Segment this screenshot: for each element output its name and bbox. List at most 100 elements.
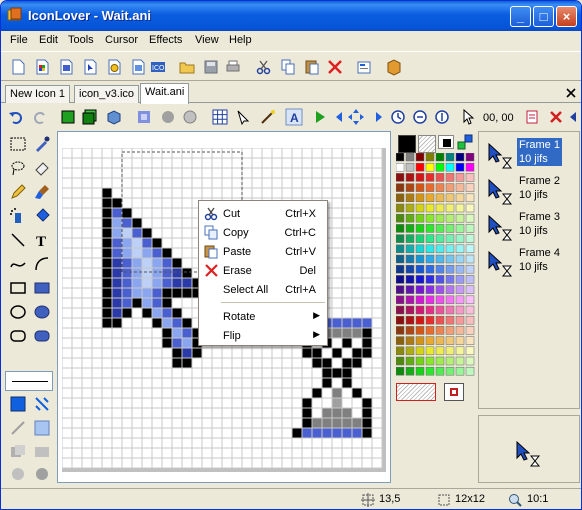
frame-item-1[interactable]: Frame 1 10 jifs (481, 136, 579, 170)
palette-swatch[interactable] (425, 244, 435, 254)
palette-swatch[interactable] (405, 162, 415, 172)
palette-swatch[interactable] (465, 326, 475, 335)
palette-swatch[interactable] (435, 254, 445, 264)
palette-swatch[interactable] (425, 203, 435, 213)
tab-wait-ani[interactable]: Wait.ani (140, 83, 190, 104)
invert-color-swatch[interactable] (444, 383, 464, 401)
palette-swatch[interactable] (465, 275, 475, 284)
palette-swatch[interactable] (445, 346, 455, 356)
tab-new-icon-1[interactable]: New Icon 1 (5, 85, 71, 103)
delete-icon[interactable] (326, 58, 344, 76)
palette-swatch[interactable] (415, 356, 425, 366)
menu-cursor[interactable]: Cursor (105, 34, 138, 46)
palette-swatch[interactable] (455, 285, 465, 294)
palette-swatch[interactable] (396, 183, 405, 192)
palette-swatch[interactable] (405, 346, 415, 356)
palette-swatch[interactable] (405, 193, 415, 203)
palette-swatch[interactable] (405, 183, 415, 192)
palette-swatch[interactable] (405, 224, 415, 233)
palette-swatch[interactable] (435, 305, 445, 315)
palette-swatch[interactable] (405, 326, 415, 335)
palette-swatch[interactable] (435, 153, 445, 162)
palette-swatch[interactable] (445, 173, 455, 182)
menu-tools[interactable]: Tools (68, 34, 94, 46)
hotspot-icon[interactable] (235, 108, 253, 126)
palette-swatch[interactable] (455, 336, 465, 345)
palette-swatch[interactable] (396, 203, 405, 213)
palette-swatch[interactable] (415, 162, 425, 172)
close-tab-icon[interactable] (565, 87, 577, 99)
palette-swatch[interactable] (396, 336, 405, 345)
menu-effects[interactable]: Effects (149, 34, 182, 46)
context-item-copy[interactable]: Copy Ctrl+C (200, 223, 326, 242)
line-style-icon[interactable] (9, 419, 27, 437)
palette-swatch[interactable] (455, 346, 465, 356)
palette-swatch[interactable] (396, 254, 405, 264)
opaque-mode-icon[interactable] (9, 395, 27, 413)
palette-swatch[interactable] (435, 162, 445, 172)
clone-icon[interactable] (9, 443, 27, 461)
palette-swatch[interactable] (405, 336, 415, 345)
palette-swatch[interactable] (396, 244, 405, 254)
lasso-icon[interactable] (9, 159, 27, 177)
palette-swatch[interactable] (435, 213, 445, 223)
blur-icon[interactable] (135, 108, 153, 126)
palette-swatch[interactable] (396, 264, 405, 274)
context-item-select-all[interactable]: Select All Ctrl+A (200, 280, 326, 299)
palette-swatch[interactable] (455, 234, 465, 243)
rounded-rect-icon[interactable] (9, 327, 27, 345)
properties-icon[interactable] (355, 58, 373, 76)
palette-swatch[interactable] (405, 315, 415, 325)
shadow-icon[interactable] (159, 108, 177, 126)
palette-swatch[interactable] (455, 275, 465, 284)
grid-icon[interactable] (211, 108, 229, 126)
rect-select-icon[interactable] (9, 135, 27, 153)
palette-swatch[interactable] (455, 183, 465, 192)
eyedropper-icon[interactable] (33, 135, 51, 153)
maximize-button[interactable]: □ (533, 6, 554, 27)
new-animated-cursor-icon[interactable] (105, 58, 123, 76)
new-image-icon[interactable] (129, 58, 147, 76)
palette-swatch[interactable] (415, 315, 425, 325)
palette-swatch[interactable] (465, 366, 475, 376)
palette-swatch[interactable] (445, 183, 455, 192)
palette-swatch[interactable] (415, 366, 425, 376)
palette-swatch[interactable] (435, 336, 445, 345)
palette-swatch[interactable] (425, 356, 435, 366)
print-icon[interactable] (224, 58, 242, 76)
palette-swatch[interactable] (405, 153, 415, 162)
menu-view[interactable]: View (195, 34, 219, 46)
palette-swatch[interactable] (465, 285, 475, 294)
palette-swatch[interactable] (465, 346, 475, 356)
palette-swatch[interactable] (465, 244, 475, 254)
palette-swatch[interactable] (415, 254, 425, 264)
palette-swatch[interactable] (425, 193, 435, 203)
palette-swatch[interactable] (415, 213, 425, 223)
layer-back-icon[interactable] (81, 108, 99, 126)
palette-swatch[interactable] (465, 254, 475, 264)
palette-swatch[interactable] (435, 224, 445, 233)
palette-swatch[interactable] (405, 275, 415, 284)
palette-swatch[interactable] (445, 193, 455, 203)
inverted-color-swatch[interactable] (438, 135, 454, 149)
filled-rounded-rect-icon[interactable] (33, 327, 51, 345)
palette-swatch[interactable] (396, 153, 405, 162)
palette-swatch[interactable] (415, 173, 425, 182)
palette-swatch[interactable] (465, 305, 475, 315)
palette-swatch[interactable] (425, 305, 435, 315)
palette-swatch[interactable] (465, 234, 475, 243)
palette-swatch[interactable] (465, 193, 475, 203)
palette-swatch[interactable] (415, 295, 425, 305)
palette-swatch[interactable] (455, 315, 465, 325)
palette-swatch[interactable] (396, 305, 405, 315)
palette-swatch[interactable] (465, 336, 475, 345)
palette-swatch[interactable] (405, 173, 415, 182)
palette-swatch[interactable] (425, 295, 435, 305)
palette-swatch[interactable] (396, 366, 405, 376)
palette-swatch[interactable] (445, 203, 455, 213)
palette-swatch[interactable] (415, 153, 425, 162)
palette-swatch[interactable] (405, 244, 415, 254)
palette-swatch[interactable] (435, 366, 445, 376)
pointer-icon[interactable] (459, 108, 477, 126)
smudge-icon[interactable] (9, 465, 27, 483)
